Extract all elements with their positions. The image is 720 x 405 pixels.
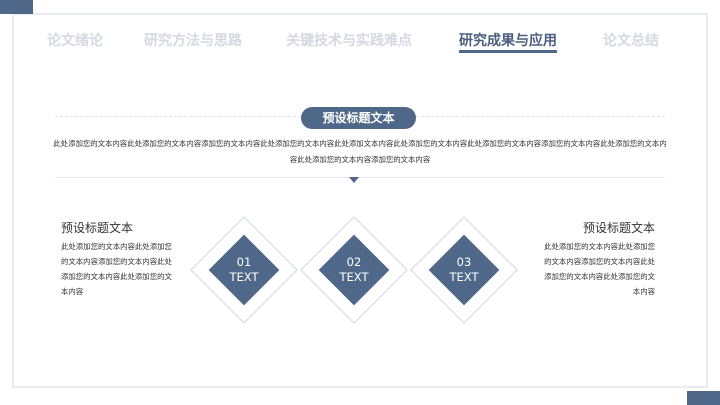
down-arrow-icon [349,177,359,183]
left-text-block: 预设标题文本 此处添加您的文本内容此处添加您的文本内容添加您的文本内容此处添加您… [61,220,176,299]
step-02-number: 02 [346,255,362,269]
title-divider-right [416,116,665,117]
nav-item-results[interactable]: 研究成果与应用 [459,30,557,53]
description-divider [55,177,665,178]
step-02-label: 02 TEXT [324,255,384,285]
nav-item-summary[interactable]: 论文总结 [603,30,659,50]
nav-item-key-tech[interactable]: 关键技术与实践难点 [286,30,412,50]
corner-accent-top-left [0,0,33,14]
nav-item-intro[interactable]: 论文绪论 [47,30,103,50]
step-02-text: TEXT [339,270,369,284]
right-block-title: 预设标题文本 [582,221,655,235]
left-block-title: 预设标题文本 [61,221,134,235]
right-text-block: 预设标题文本 此处添加您的文本内容此处添加您的文本内容添加您的文本内容此处添加您… [540,220,655,299]
section-title-pill: 预设标题文本 [301,107,416,129]
step-01-label: 01 TEXT [214,255,274,285]
title-divider-left [55,116,301,117]
step-01-number: 01 [236,255,252,269]
nav-item-methods[interactable]: 研究方法与思路 [144,30,242,50]
slide-frame [12,13,708,388]
right-block-body: 此处添加您的文本内容此处添加您的文本内容添加您的文本内容此处添加您的文本内容此处… [544,242,655,296]
active-tab-underline [459,50,557,53]
left-block-body: 此处添加您的文本内容此处添加您的文本内容添加您的文本内容此处添加您的文本内容此处… [61,242,172,296]
nav-bar: 论文绪论 研究方法与思路 关键技术与实践难点 研究成果与应用 论文总结 [0,30,720,54]
step-03-text: TEXT [449,270,479,284]
section-description: 此处添加您的文本内容此处添加您的文本内容添加您的文本内容此处添加您的文本内容此处… [53,139,667,164]
corner-accent-bottom-right [687,391,720,405]
step-01-text: TEXT [229,270,259,284]
step-03-number: 03 [456,255,472,269]
step-03-label: 03 TEXT [434,255,494,285]
